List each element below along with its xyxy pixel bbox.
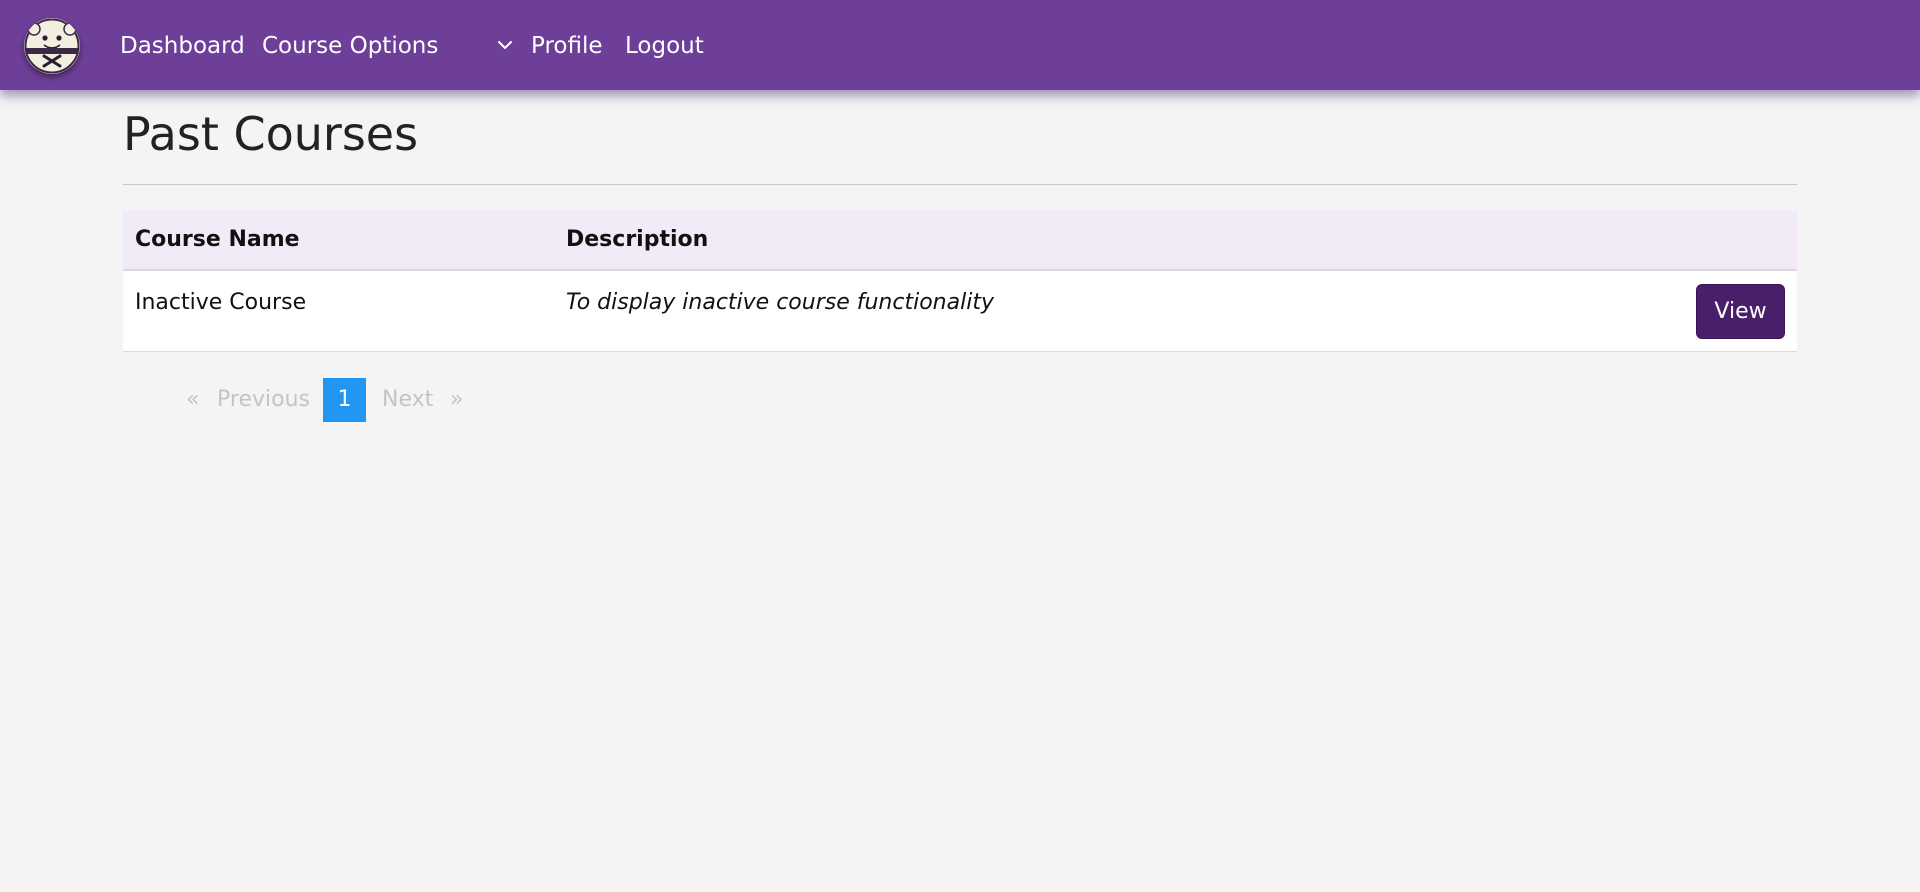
column-header-description: Description: [554, 210, 1653, 271]
page-title: Past Courses: [123, 107, 419, 161]
pagination-page-1[interactable]: 1: [323, 378, 366, 422]
nav-profile-link[interactable]: Profile: [531, 26, 603, 66]
table-body: Inactive Course To display inactive cour…: [123, 270, 1797, 351]
pagination-next[interactable]: Next: [382, 378, 433, 422]
pagination-first[interactable]: «: [186, 378, 199, 422]
view-course-button[interactable]: View: [1696, 284, 1785, 339]
pagination-last[interactable]: »: [450, 378, 463, 422]
table-header-row: Course Name Description: [123, 210, 1797, 271]
course-name: Inactive Course: [135, 290, 307, 315]
course-name-cell: Inactive Course: [123, 270, 554, 351]
mascot-logo-icon[interactable]: [24, 18, 80, 74]
chevron-down-icon[interactable]: [494, 34, 516, 56]
column-header-action: [1653, 210, 1797, 271]
title-divider: [123, 184, 1797, 185]
course-description: To display inactive course functionality: [566, 290, 994, 315]
table-row: Inactive Course To display inactive cour…: [123, 270, 1797, 351]
course-action-cell: View: [1653, 270, 1797, 351]
course-description-cell: To display inactive course functionality: [554, 270, 1653, 351]
table-header: Course Name Description: [123, 210, 1797, 271]
pagination-previous[interactable]: Previous: [217, 378, 310, 422]
nav-course-options-link[interactable]: Course Options: [262, 26, 438, 66]
nav-logout-link[interactable]: Logout: [625, 26, 704, 66]
past-courses-table: Course Name Description Inactive Course …: [123, 210, 1797, 352]
column-header-course-name: Course Name: [123, 210, 554, 271]
top-navbar: Dashboard Course Options Profile Logout: [0, 0, 1920, 90]
nav-dashboard-link[interactable]: Dashboard: [120, 26, 245, 66]
